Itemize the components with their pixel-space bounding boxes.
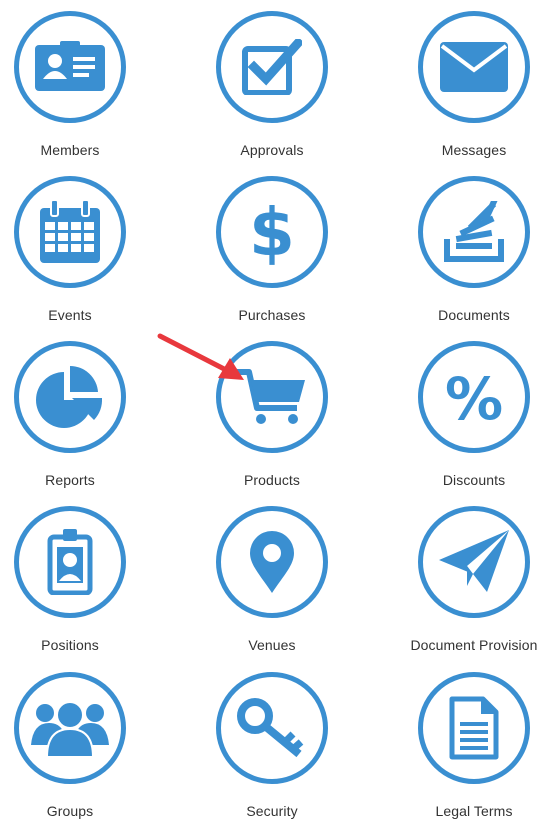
venues-icon-ring: [216, 506, 328, 618]
percent-icon: %: [446, 365, 502, 429]
products-icon-ring: [216, 341, 328, 453]
tile-label: Approvals: [240, 142, 304, 158]
tile-label: Discounts: [442, 472, 506, 488]
legal-document-icon: [449, 696, 499, 760]
tile-label: Venues: [248, 637, 296, 653]
svg-text:%: %: [446, 365, 502, 429]
groups-icon-ring: [14, 672, 126, 784]
tile-messages[interactable]: Messages: [404, 5, 549, 165]
calendar-icon: [40, 200, 100, 263]
users-group-icon: [31, 701, 109, 757]
key-icon: [237, 698, 304, 758]
tile-security[interactable]: Security: [202, 666, 352, 826]
approvals-icon-ring: [216, 11, 328, 123]
tile-positions[interactable]: Positions: [0, 500, 150, 660]
shopping-cart-icon: [237, 369, 305, 424]
tile-label: Events: [48, 307, 92, 323]
tile-label: Document Provision: [410, 637, 538, 653]
tile-approvals[interactable]: Approvals: [202, 5, 352, 165]
reports-icon-ring: [14, 341, 126, 453]
members-icon-ring: [14, 11, 126, 123]
tile-documents[interactable]: Documents: [404, 170, 549, 330]
tile-label: Reports: [45, 472, 95, 488]
svg-text:$: $: [252, 197, 292, 267]
legal-terms-icon-ring: [418, 672, 530, 784]
tile-document-provision[interactable]: Document Provision: [404, 500, 549, 660]
member-card-icon: [35, 41, 105, 91]
tile-label: Security: [246, 803, 298, 819]
document-stack-icon: [444, 201, 504, 262]
security-icon-ring: [216, 672, 328, 784]
pie-chart-icon: [36, 365, 103, 428]
tile-groups[interactable]: Groups: [0, 666, 150, 826]
tile-label: Messages: [441, 142, 507, 158]
tile-reports[interactable]: Reports: [0, 335, 150, 495]
tile-members[interactable]: Members: [0, 5, 150, 165]
tile-legal-terms[interactable]: Legal Terms: [404, 666, 549, 826]
tile-label: Members: [40, 142, 100, 158]
tile-venues[interactable]: Venues: [202, 500, 352, 660]
tile-label: Positions: [41, 637, 99, 653]
map-pin-icon: [250, 531, 294, 593]
discounts-icon-ring: %: [418, 341, 530, 453]
tile-products[interactable]: Products: [202, 335, 352, 495]
dollar-icon: $: [252, 197, 292, 267]
tile-discounts[interactable]: % Discounts: [404, 335, 549, 495]
tile-label: Products: [243, 472, 301, 488]
messages-icon-ring: [418, 11, 530, 123]
envelope-icon: [440, 42, 508, 92]
tile-label: Documents: [438, 307, 510, 323]
paper-plane-icon: [439, 530, 509, 592]
checkbox-icon: [242, 39, 302, 95]
id-badge-icon: [47, 529, 93, 595]
document-provision-icon-ring: [418, 506, 530, 618]
events-icon-ring: [14, 176, 126, 288]
tile-label: Legal Terms: [435, 803, 513, 819]
positions-icon-ring: [14, 506, 126, 618]
tile-events[interactable]: Events: [0, 170, 150, 330]
tile-label: Purchases: [238, 307, 306, 323]
tile-purchases[interactable]: $ Purchases: [202, 170, 352, 330]
documents-icon-ring: [418, 176, 530, 288]
tile-label: Groups: [46, 803, 94, 819]
purchases-icon-ring: $: [216, 176, 328, 288]
